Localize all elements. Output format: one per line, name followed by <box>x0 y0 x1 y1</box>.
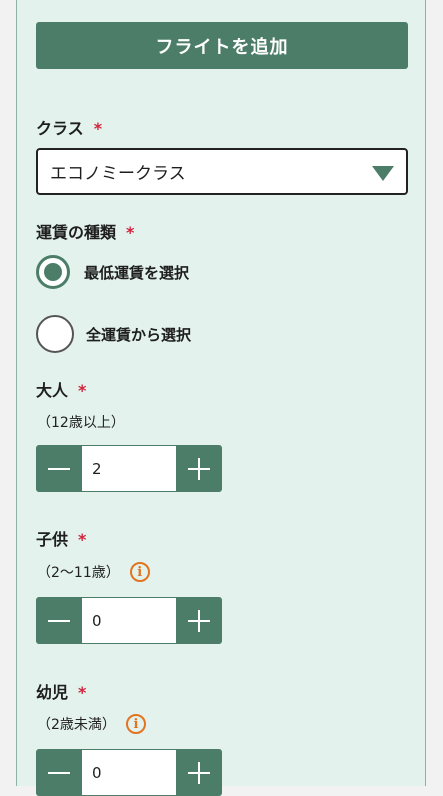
class-label: クラス * <box>36 115 102 139</box>
children-decrement-button[interactable] <box>36 597 82 644</box>
minus-icon <box>48 771 70 774</box>
info-icon[interactable]: i <box>125 714 146 734</box>
plus-icon-vertical <box>198 457 200 480</box>
adults-stepper: 2 <box>36 445 222 492</box>
fare-option-lowest-label: 最低運賃を選択 <box>84 263 190 282</box>
adults-increment-button[interactable] <box>176 445 222 492</box>
fare-type-label: 運賃の種類 * <box>36 219 134 243</box>
children-age-text: （2〜11歳） <box>37 565 120 581</box>
required-mark: * <box>78 381 87 400</box>
radio-button-checked[interactable] <box>36 255 70 289</box>
infants-age-note: （2歳未満） i <box>37 714 146 734</box>
required-mark: * <box>93 119 103 138</box>
infants-stepper: 0 <box>36 749 222 796</box>
class-select-value: エコノミークラス <box>50 164 186 184</box>
required-mark: * <box>78 530 87 549</box>
children-label: 子供 * <box>36 526 86 550</box>
children-stepper: 0 <box>36 597 222 644</box>
fare-option-all[interactable]: 全運賃から選択 <box>36 315 191 353</box>
info-icon[interactable]: i <box>129 562 150 582</box>
required-mark: * <box>126 223 135 242</box>
plus-icon-vertical <box>198 761 200 784</box>
infants-count-input[interactable]: 0 <box>82 749 176 796</box>
infants-decrement-button[interactable] <box>36 749 82 796</box>
adults-count-input[interactable]: 2 <box>82 445 176 492</box>
infants-label: 幼児 * <box>36 679 86 703</box>
children-age-note: （2〜11歳） i <box>37 562 150 582</box>
minus-icon <box>48 619 70 622</box>
adults-label: 大人 * <box>36 377 86 401</box>
children-count-input[interactable]: 0 <box>82 597 176 644</box>
fare-option-lowest[interactable]: 最低運賃を選択 <box>36 255 189 289</box>
fare-type-label-text: 運賃の種類 <box>36 223 117 242</box>
children-label-text: 子供 <box>36 530 69 549</box>
radio-button-unchecked[interactable] <box>36 315 74 353</box>
required-mark: * <box>78 683 87 702</box>
minus-icon <box>48 467 70 470</box>
infants-age-text: （2歳未満） <box>37 717 116 733</box>
chevron-down-icon <box>372 166 394 181</box>
flight-search-panel: フライトを追加 クラス * エコノミークラス 運賃の種類 * 最低運賃を選択 全運賃… <box>16 0 426 796</box>
adults-label-text: 大人 <box>36 381 69 400</box>
infants-label-text: 幼児 <box>36 683 69 702</box>
adults-age-text: （12歳以上） <box>37 415 125 431</box>
adults-age-note: （12歳以上） <box>37 412 125 432</box>
add-flight-button[interactable]: フライトを追加 <box>36 22 408 69</box>
adults-decrement-button[interactable] <box>36 445 82 492</box>
children-increment-button[interactable] <box>176 597 222 644</box>
infants-increment-button[interactable] <box>176 749 222 796</box>
plus-icon-vertical <box>198 609 200 632</box>
class-label-text: クラス <box>36 119 84 138</box>
class-select[interactable]: エコノミークラス <box>36 148 408 195</box>
fare-option-all-label: 全運賃から選択 <box>86 325 192 344</box>
